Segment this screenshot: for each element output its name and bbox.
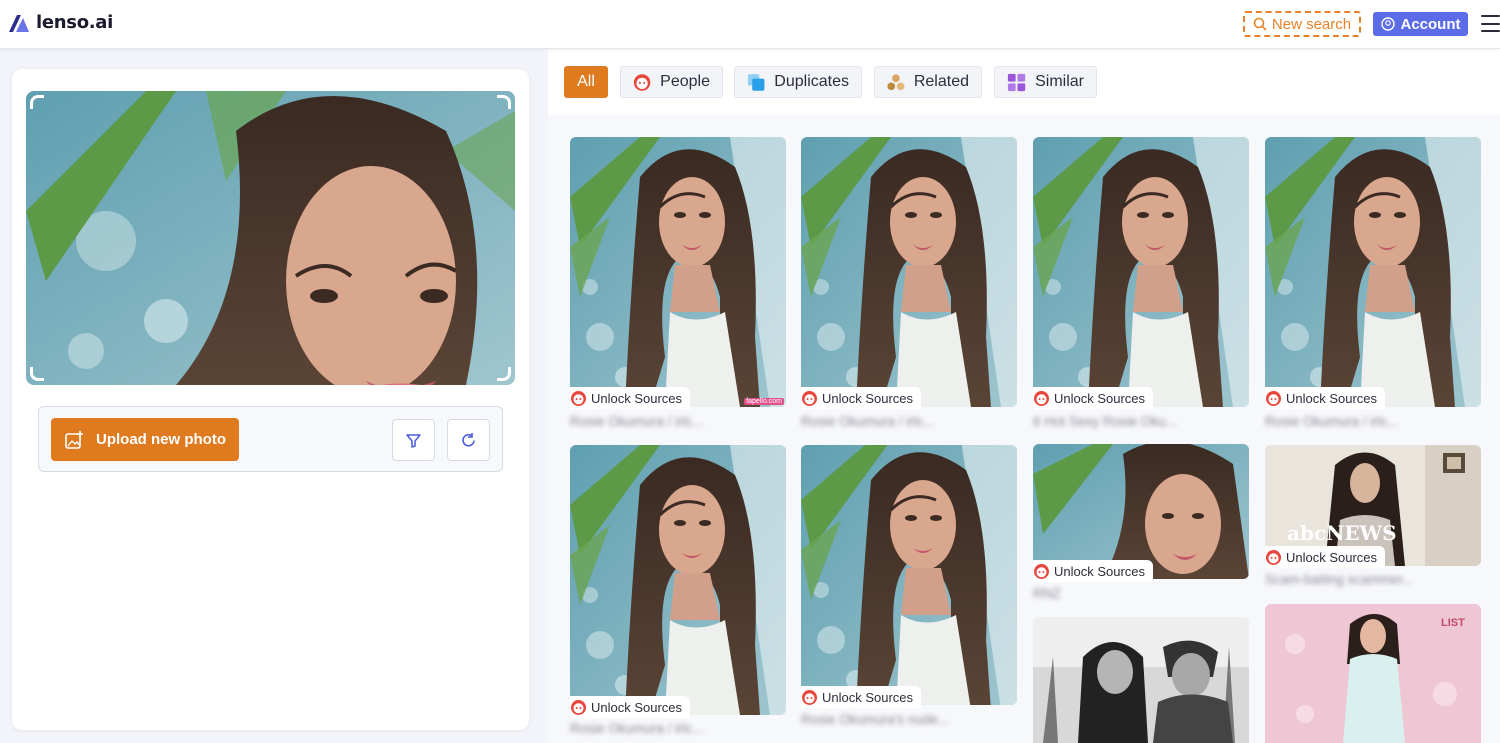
- duplicate-icon: [747, 73, 765, 91]
- unlock-sources-button[interactable]: Unlock Sources: [801, 686, 922, 708]
- result-caption: Rosie Okumura / irlc...: [570, 721, 704, 736]
- result-image[interactable]: [1265, 137, 1481, 407]
- unlock-face-icon: [1266, 390, 1281, 406]
- logo-text: lenso.ai: [36, 12, 114, 33]
- result-card[interactable]: Unlock Sources RNZ: [1033, 444, 1249, 609]
- result-image[interactable]: [570, 445, 786, 715]
- tab-duplicates[interactable]: Duplicates: [734, 66, 862, 98]
- filter-button[interactable]: [392, 419, 435, 461]
- tab-all[interactable]: All: [564, 66, 608, 98]
- result-image[interactable]: LIST: [1265, 604, 1481, 743]
- unlock-face-icon: [571, 699, 586, 715]
- result-caption: Scam-baiting scammer...: [1265, 572, 1414, 587]
- tab-label: Similar: [1035, 73, 1084, 90]
- unlock-sources-button[interactable]: Unlock Sources: [570, 696, 691, 718]
- account-button[interactable]: Account: [1373, 12, 1468, 36]
- add-image-icon: [65, 430, 83, 449]
- query-image: [26, 91, 515, 385]
- refresh-icon: [462, 432, 475, 446]
- query-toolbar: Upload new photo: [38, 406, 503, 472]
- abc-news-logo: abcNEWS: [1287, 521, 1397, 545]
- unlock-sources-button[interactable]: Unlock Sources: [801, 387, 922, 409]
- upload-label: Upload new photo: [96, 431, 226, 448]
- result-card[interactable]: Unlock Sources Rosie Okumura / irlc...: [1265, 137, 1481, 437]
- result-image[interactable]: [1033, 617, 1249, 743]
- top-header: lenso.ai New search Account: [0, 0, 1500, 49]
- result-caption: Rosie Okumura / irlc...: [801, 414, 935, 429]
- result-card[interactable]: fapello.com Unlock Sources Rosie Okumura…: [570, 137, 786, 437]
- result-caption: RNZ: [1033, 586, 1061, 601]
- tab-label: Duplicates: [774, 73, 849, 90]
- user-circle-icon: [1380, 17, 1395, 31]
- lenso-logo-icon: [9, 14, 29, 32]
- new-search-button[interactable]: New search: [1243, 11, 1361, 37]
- result-image[interactable]: [1033, 137, 1249, 407]
- result-tabs: All People Duplicates Related Similar: [548, 49, 1500, 115]
- unlock-sources-button[interactable]: Unlock Sources: [1033, 560, 1154, 582]
- result-image[interactable]: [801, 137, 1017, 407]
- result-image[interactable]: fapello.com: [570, 137, 786, 407]
- tab-related[interactable]: Related: [874, 66, 982, 98]
- unlock-sources-button[interactable]: Unlock Sources: [1265, 387, 1386, 409]
- tab-label: People: [660, 73, 710, 90]
- result-card[interactable]: abcNEWS Unlock Sources Scam-baiting scam…: [1265, 445, 1481, 595]
- result-card[interactable]: Unlock Sources 6 Hot Sexy Rosie Oku...: [1033, 137, 1249, 437]
- watermark-text: fapello.com: [744, 398, 784, 405]
- result-caption: Rosie Okumura / irlc...: [570, 414, 704, 429]
- new-search-label: New search: [1271, 15, 1352, 33]
- unlock-face-icon: [802, 689, 817, 705]
- logo[interactable]: lenso.ai: [8, 12, 113, 33]
- result-card[interactable]: Unlock Sources Rosie Okumura / irlc...: [801, 137, 1017, 437]
- account-label: Account: [1400, 15, 1461, 33]
- grid-icon: [1007, 73, 1026, 91]
- unlock-face-icon: [1034, 390, 1049, 406]
- unlock-face-icon: [1034, 563, 1049, 579]
- unlock-sources-button[interactable]: Unlock Sources: [570, 387, 691, 409]
- refresh-button[interactable]: [447, 419, 490, 461]
- tab-people[interactable]: People: [620, 66, 723, 98]
- unlock-sources-button[interactable]: Unlock Sources: [1265, 546, 1386, 568]
- filter-icon: [406, 433, 421, 448]
- result-card[interactable]: [1033, 617, 1249, 743]
- result-caption: Rosie Okumura's nude...: [801, 712, 950, 727]
- unlock-face-icon: [571, 390, 586, 406]
- unlock-face-icon: [802, 390, 817, 406]
- unlock-face-icon: [1266, 549, 1281, 565]
- menu-icon[interactable]: [1481, 15, 1500, 32]
- result-caption: Rosie Okumura / irlc...: [1265, 414, 1399, 429]
- result-card[interactable]: Unlock Sources Rosie Okumura's nude...: [801, 445, 1017, 743]
- tab-label: Related: [913, 73, 969, 90]
- tab-similar[interactable]: Similar: [994, 66, 1097, 98]
- search-icon: [1253, 17, 1267, 31]
- result-caption: 6 Hot Sexy Rosie Oku...: [1033, 414, 1178, 429]
- result-image[interactable]: [1033, 444, 1249, 579]
- result-image[interactable]: [801, 445, 1017, 705]
- svg-text:LIST: LIST: [1441, 617, 1465, 629]
- result-card[interactable]: Unlock Sources Rosie Okumura / irlc...: [570, 445, 786, 743]
- face-icon: [633, 73, 651, 91]
- upload-new-photo-button[interactable]: Upload new photo: [51, 418, 239, 461]
- result-card[interactable]: LIST: [1265, 604, 1481, 743]
- related-icon: [887, 73, 905, 90]
- tab-label: All: [577, 73, 595, 90]
- unlock-sources-button[interactable]: Unlock Sources: [1033, 387, 1154, 409]
